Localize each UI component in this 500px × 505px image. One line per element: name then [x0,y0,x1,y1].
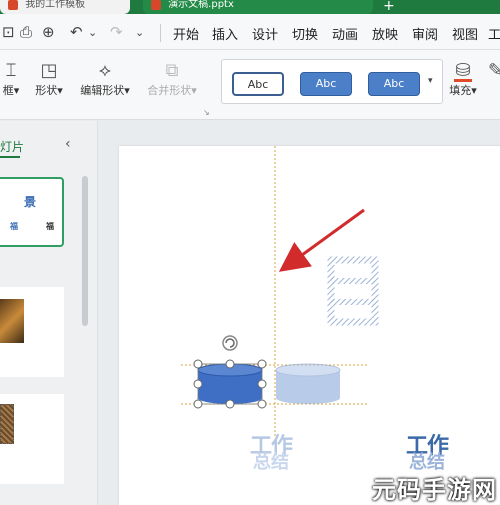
menu-transition[interactable]: 切换 [292,24,318,43]
cylinder-ghost-preview [275,363,341,404]
panel-title[interactable]: 灯片 [0,138,24,155]
slide-thumbnail-1[interactable]: 景 福 福 [0,177,64,247]
tab-label: 我的工作模板 [25,0,86,10]
undo-dropdown-icon[interactable]: ⌄ [88,26,97,39]
print-icon[interactable]: ⎙ [20,23,32,41]
slide-thumbnail-3[interactable] [0,394,64,484]
undo-icon[interactable]: ↶ [70,23,83,41]
style-option-outline[interactable]: Abc [232,72,284,96]
document-icon [8,0,18,10]
shape-style-gallery: Abc Abc Abc [221,59,443,104]
outline-icon: ⌶ [5,60,17,81]
annotation-arrow [278,208,365,272]
collapse-panel-icon[interactable]: ‹ [65,136,71,152]
toolbar-divider [160,24,161,42]
site-watermark: 元码手游网 [372,476,497,504]
new-tab-button[interactable]: + [383,0,395,14]
print-preview-icon[interactable]: ⊕ [42,23,55,41]
shape-button[interactable]: ◳ 形状▾ [30,60,68,98]
document-tab-template[interactable]: 我的工作模板 [0,0,130,14]
tab-label: 演示文稿.pptx [168,0,234,10]
hatched-glyph-shape[interactable] [327,256,379,326]
menu-view[interactable]: 视图 [452,24,478,43]
cylinder-shape-selected[interactable] [197,363,263,405]
save-icon[interactable]: ⊡ [2,23,15,41]
editing-canvas: 工作 总结 工作 总结 [99,121,500,505]
merge-shapes-icon: ⧉ [165,60,179,81]
slide-thumbnail-panel: 灯片 ‹ 景 福 福 [0,121,98,505]
edit-points-icon: ⟡ [99,60,111,81]
menu-review[interactable]: 审阅 [412,24,438,43]
thumbnail-image [0,299,24,343]
style-option-filled-alt[interactable]: Abc [368,72,420,96]
active-tab-indicator [0,156,20,158]
outline-color-button[interactable]: ✎ [488,60,500,82]
ribbon-toolbar: ⌶ 框▾ ◳ 形状▾ ⟡ 编辑形状▾ ⧉ 合并形状▾ ↘ Abc Abc Abc… [0,50,500,120]
rotate-handle[interactable] [222,335,238,351]
fill-button[interactable]: ⛁ 填充▾ [446,60,480,98]
pen-icon: ✎ [488,60,500,81]
menu-insert[interactable]: 插入 [212,24,238,43]
edit-shape-button[interactable]: ⟡ 编辑形状▾ [76,60,134,98]
style-option-filled[interactable]: Abc [300,72,352,96]
menu-design[interactable]: 设计 [252,24,278,43]
slide-canvas[interactable]: 工作 总结 工作 总结 [119,146,500,505]
paint-bucket-icon: ⛁ [454,60,472,82]
slide-thumbnail-2[interactable] [0,287,64,377]
menu-slideshow[interactable]: 放映 [372,24,398,43]
text-shape-left[interactable]: 工作 总结 [241,436,301,472]
panel-scrollbar[interactable] [82,176,88,326]
customize-toolbar-icon[interactable]: ⌄ [135,26,144,39]
merge-shape-button[interactable]: ⧉ 合并形状▾ [142,60,202,98]
style-gallery-more-icon[interactable]: ▾ [428,76,433,86]
thumbnail-image [0,404,14,444]
menu-animation[interactable]: 动画 [332,24,358,43]
menu-tools[interactable]: 工 [488,24,500,43]
menu-bar: ⊡ ⎙ ⊕ ↶ ⌄ ↷ ⌄ 开始 插入 设计 切换 动画 放映 审阅 视图 工 [0,14,500,50]
redo-icon[interactable]: ↷ [110,23,123,41]
presentation-icon [151,0,161,10]
document-tab-active[interactable]: 演示文稿.pptx [143,0,373,14]
menu-home[interactable]: 开始 [173,24,199,43]
shape-outline-button[interactable]: ⌶ 框▾ [0,60,22,98]
text-shape-right[interactable]: 工作 总结 [397,436,457,472]
shapes-icon: ◳ [40,60,58,81]
dialog-launcher-icon[interactable]: ↘ [203,108,210,117]
title-bar: 我的工作模板 演示文稿.pptx + [0,0,500,14]
